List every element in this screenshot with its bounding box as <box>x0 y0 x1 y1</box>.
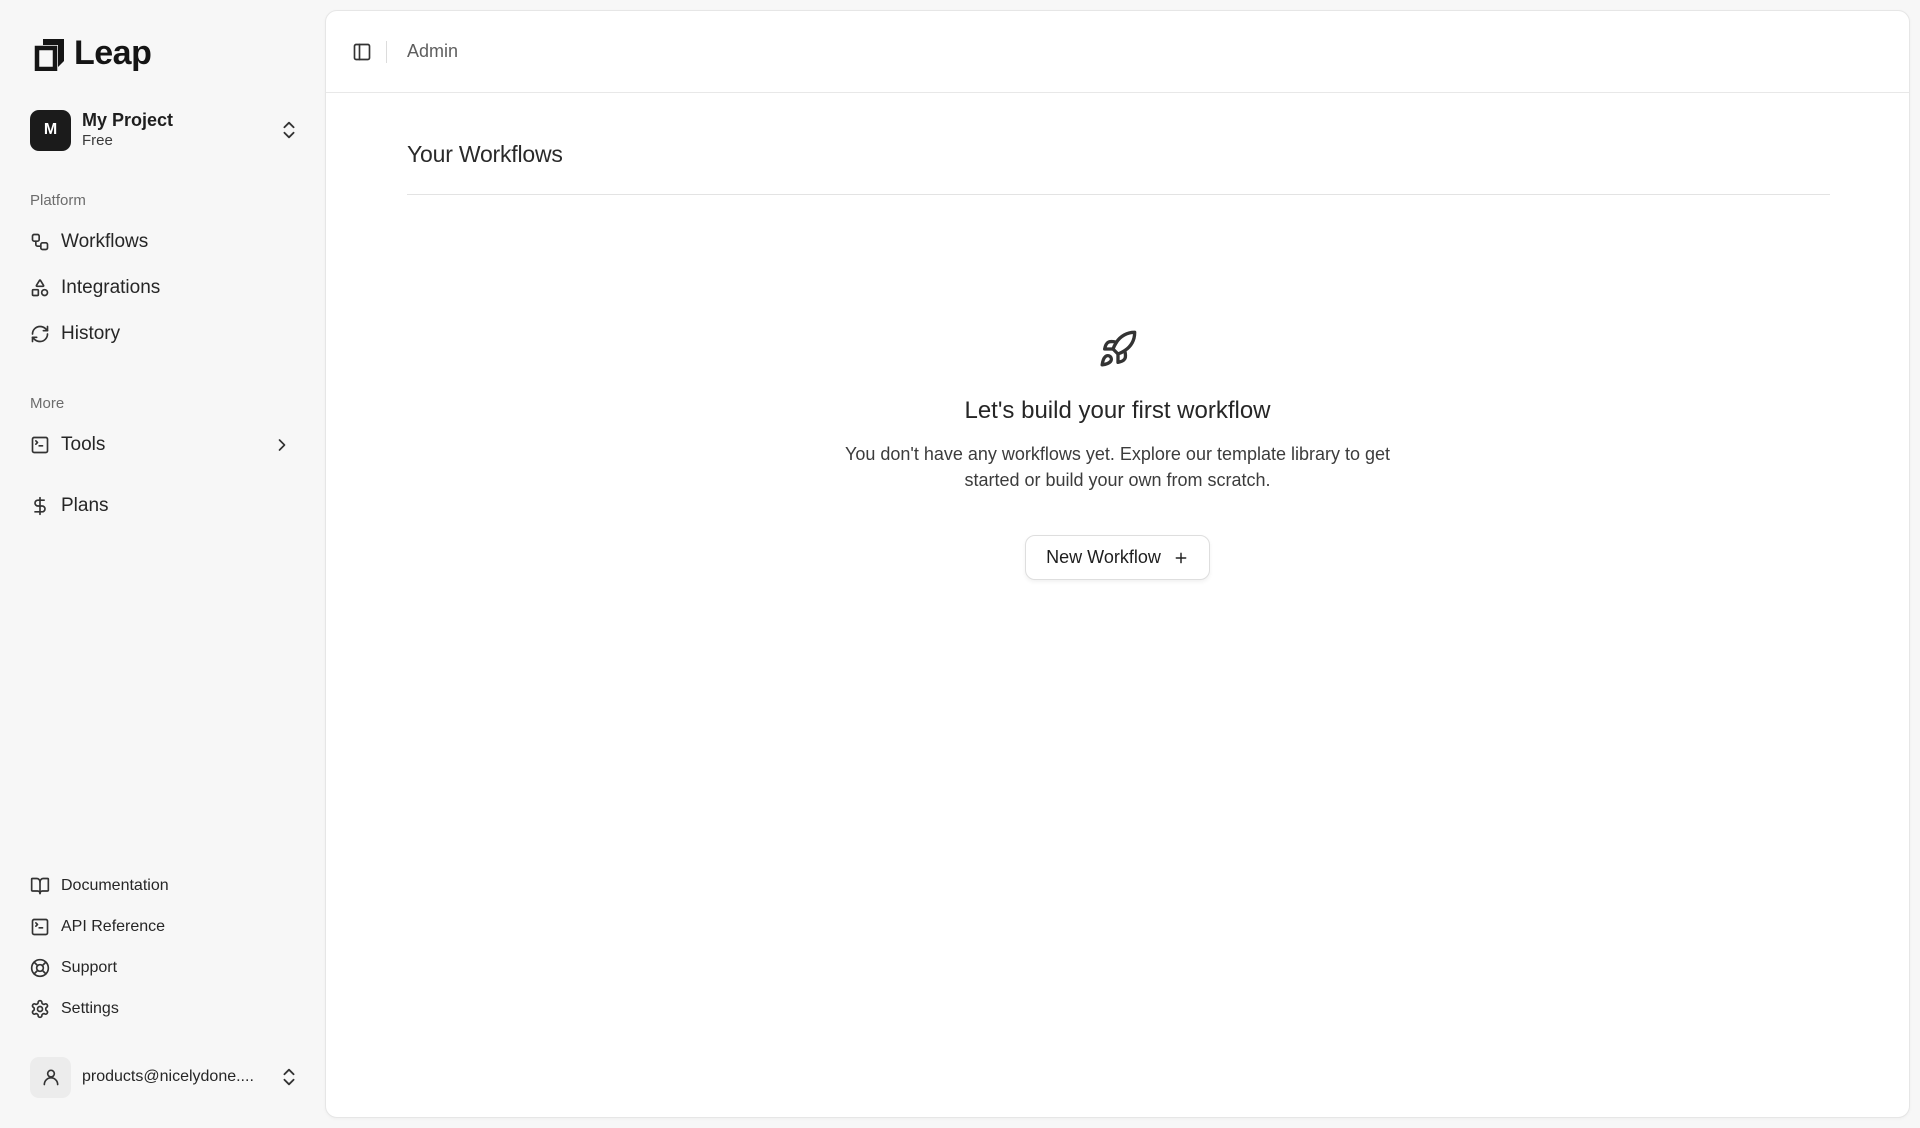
page-title: Your Workflows <box>407 141 563 167</box>
section-label-platform: Platform <box>30 192 86 209</box>
user-icon <box>43 1069 59 1086</box>
main-panel: Admin Your Workflows Let's build your fi… <box>325 10 1910 1118</box>
sidebar-link-label: Settings <box>61 1000 119 1017</box>
project-plan: Free <box>82 132 113 149</box>
sidebar-item-label: History <box>61 323 121 344</box>
panel-left-icon <box>353 43 371 60</box>
sidebar-item-label: Plans <box>61 495 109 516</box>
sidebar-item-label: Integrations <box>61 277 161 298</box>
empty-state: Let's build your first workflow You don'… <box>326 329 1909 580</box>
workflow-icon <box>30 232 50 252</box>
rocket-icon <box>1100 330 1136 367</box>
chevrons-up-down-icon <box>283 1068 295 1086</box>
avatar <box>30 1056 71 1098</box>
lifebuoy-icon <box>30 958 50 978</box>
user-email: products@nicelydone.... <box>82 1068 254 1085</box>
empty-state-description: You don't have any workflows yet. Explor… <box>844 444 1391 490</box>
app-root: Leap M My Project Free Platform Workflow… <box>0 0 1920 1128</box>
shapes-icon <box>30 278 50 298</box>
project-avatar: M <box>30 109 71 151</box>
sidebar-link-support[interactable]: Support <box>22 951 302 985</box>
chevron-right-icon <box>278 439 286 451</box>
new-workflow-button[interactable]: New Workflow <box>1025 535 1210 580</box>
brand-name: Leap <box>74 34 152 72</box>
project-text: My Project Free <box>82 110 173 150</box>
sidebar-item-tools[interactable]: Tools <box>22 425 302 465</box>
plus-icon <box>1175 552 1187 563</box>
topbar-divider <box>386 40 387 63</box>
new-workflow-button-label: New Workflow <box>1046 547 1161 567</box>
sidebar-link-label: Documentation <box>61 877 169 894</box>
dollar-icon <box>30 496 50 516</box>
chevrons-up-down-icon <box>283 121 295 139</box>
sidebar-link-label: Support <box>61 959 118 976</box>
sidebar-item-plans[interactable]: Plans <box>22 486 302 526</box>
sidebar-link-documentation[interactable]: Documentation <box>22 869 302 903</box>
terminal-icon <box>30 435 50 455</box>
topbar: Admin <box>326 11 1909 93</box>
breadcrumb[interactable]: Admin <box>407 41 458 62</box>
project-switcher[interactable]: M My Project Free <box>30 108 300 152</box>
refresh-icon <box>30 324 50 344</box>
sidebar-item-label: Tools <box>61 434 106 455</box>
title-divider <box>407 194 1830 195</box>
book-icon <box>30 876 50 896</box>
sidebar-item-integrations[interactable]: Integrations <box>22 268 302 308</box>
project-name: My Project <box>82 110 174 130</box>
leap-logo-icon <box>34 38 64 71</box>
sidebar-link-label: API Reference <box>61 918 166 935</box>
user-menu[interactable]: products@nicelydone.... <box>30 1055 300 1099</box>
terminal-icon <box>30 917 50 937</box>
sidebar-link-settings[interactable]: Settings <box>22 992 302 1026</box>
sidebar-item-workflows[interactable]: Workflows <box>22 222 302 262</box>
section-label-more: More <box>30 395 65 412</box>
gear-icon <box>30 999 50 1019</box>
sidebar-toggle-button[interactable] <box>348 38 376 66</box>
sidebar-link-api-reference[interactable]: API Reference <box>22 910 302 944</box>
brand-logo[interactable]: Leap <box>34 34 152 73</box>
sidebar-item-history[interactable]: History <box>22 314 302 354</box>
sidebar: Leap M My Project Free Platform Workflow… <box>0 0 325 1128</box>
empty-state-title: Let's build your first workflow <box>964 397 1271 424</box>
sidebar-item-label: Workflows <box>61 231 149 252</box>
